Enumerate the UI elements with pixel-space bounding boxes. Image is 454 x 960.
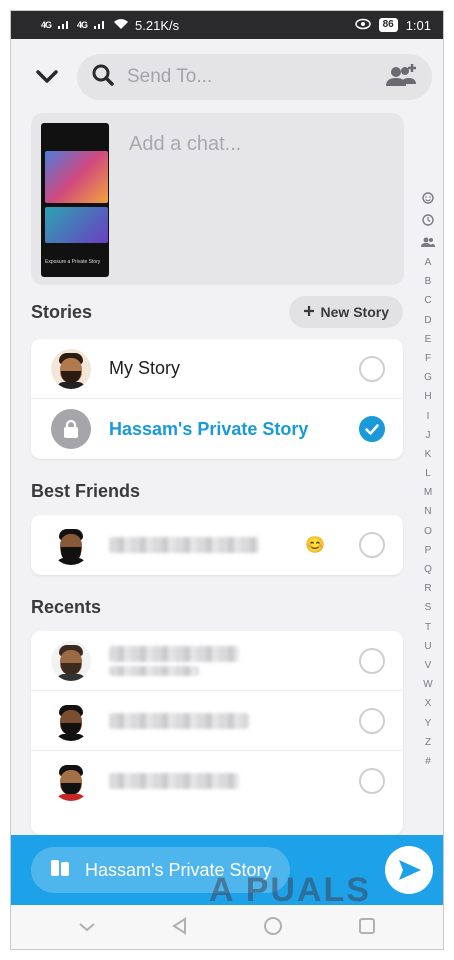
story-icon [49, 857, 71, 884]
chevron-down-icon[interactable] [78, 919, 96, 937]
search-bar[interactable] [77, 54, 432, 100]
alpha-letter[interactable]: X [425, 694, 432, 713]
wifi-icon [113, 18, 129, 33]
recent-row[interactable] [31, 751, 403, 811]
best-friends-header: Best Friends [31, 477, 403, 505]
alpha-letter[interactable]: J [426, 426, 431, 445]
alpha-letter[interactable]: B [425, 272, 432, 291]
battery-indicator: 86 [378, 18, 398, 32]
app-frame: 4G 4G 5.21K/s 86 1:01 Send To... Exposur… [10, 10, 444, 950]
send-button[interactable] [385, 846, 433, 894]
alpha-letter[interactable]: N [424, 502, 431, 521]
recents-icon[interactable] [358, 917, 376, 940]
plus-icon [303, 304, 315, 320]
alpha-letter[interactable]: C [424, 291, 431, 310]
story-row-my-story[interactable]: My Story [31, 339, 403, 399]
home-icon[interactable] [263, 916, 283, 941]
alpha-letter[interactable]: Q [424, 560, 432, 579]
story-row-private-story[interactable]: Hassam's Private Story [31, 399, 403, 459]
stories-title: Stories [31, 301, 93, 322]
recent-row[interactable] [31, 691, 403, 751]
recents-card [31, 631, 403, 835]
alpha-letter[interactable]: H [424, 387, 431, 406]
search-icon [91, 63, 115, 92]
clock: 1:01 [405, 17, 431, 33]
select-radio[interactable] [359, 532, 385, 558]
new-story-button[interactable]: New Story [288, 296, 403, 328]
alpha-letter[interactable]: O [424, 522, 432, 541]
chat-input[interactable] [129, 127, 394, 161]
redacted-name [109, 773, 239, 789]
select-radio[interactable] [359, 768, 385, 794]
network-speed: 5.21K/s [135, 17, 180, 33]
new-story-label: New Story [320, 304, 389, 320]
avatar [51, 348, 91, 389]
select-radio[interactable] [359, 355, 385, 382]
eye-icon [354, 18, 371, 33]
select-radio[interactable] [359, 647, 385, 674]
avatar [51, 640, 91, 681]
alpha-letter[interactable]: V [425, 656, 432, 675]
best-friends-card: 😊 [31, 515, 403, 575]
group-icon[interactable] [421, 231, 435, 253]
alpha-letter[interactable]: P [425, 541, 432, 560]
alpha-letter[interactable]: D [424, 311, 431, 330]
alpha-letter[interactable]: I [427, 407, 430, 426]
network-indicator-2: 4G [77, 20, 88, 30]
top-bar [11, 51, 443, 103]
alpha-letter[interactable]: W [423, 675, 432, 694]
story-label: Hassam's Private Story [109, 418, 309, 439]
redacted-name [109, 712, 249, 729]
redacted-name [109, 537, 259, 553]
alpha-letter[interactable]: K [425, 445, 432, 464]
alpha-letter[interactable]: Y [425, 714, 432, 733]
network-indicator: 4G [41, 20, 52, 30]
alpha-letter[interactable]: E [425, 330, 432, 349]
stories-header: Stories New Story [31, 295, 403, 329]
alpha-letter[interactable]: T [425, 618, 431, 637]
story-label: My Story [109, 358, 181, 378]
recent-row[interactable] [31, 631, 403, 691]
alpha-letter[interactable]: Z [425, 733, 431, 752]
alpha-letter[interactable]: A [425, 253, 432, 272]
chevron-down-icon[interactable] [35, 63, 59, 91]
search-input[interactable] [127, 66, 372, 88]
recents-header: Recents [31, 593, 403, 621]
alpha-letter[interactable]: R [424, 579, 431, 598]
snap-thumbnail[interactable]: Exposure a Private Story [41, 123, 109, 277]
friend-emoji: 😊 [305, 537, 325, 554]
system-nav-bar [11, 905, 443, 949]
snap-preview-card: Exposure a Private Story [31, 113, 404, 285]
alpha-letter[interactable]: G [424, 368, 432, 387]
clock-icon[interactable] [422, 209, 434, 231]
recents-title: Recents [31, 596, 102, 617]
avatar [51, 525, 91, 565]
send-arrow-icon [399, 860, 421, 880]
alpha-letter[interactable]: M [424, 483, 432, 502]
add-friends-icon[interactable] [384, 62, 418, 93]
signal-icon-2 [93, 18, 107, 33]
lock-icon [51, 409, 91, 449]
smiley-icon[interactable] [422, 187, 434, 209]
alpha-letter[interactable]: L [425, 464, 431, 483]
avatar [51, 700, 91, 741]
alphabet-index[interactable]: A B C D E F G H I J K L M N O P Q R S T … [421, 187, 435, 771]
friend-row[interactable]: 😊 [31, 515, 403, 575]
stories-card: My Story Hassam's Private Story [31, 339, 403, 459]
redacted-subtitle [109, 665, 199, 676]
signal-icon [57, 18, 71, 33]
select-radio-checked[interactable] [359, 416, 385, 442]
best-friends-title: Best Friends [31, 480, 141, 501]
back-icon[interactable] [171, 916, 189, 940]
alpha-letter[interactable]: F [425, 349, 431, 368]
select-radio[interactable] [359, 707, 385, 734]
alpha-letter[interactable]: # [425, 752, 431, 771]
check-icon [365, 423, 379, 435]
alpha-letter[interactable]: S [425, 598, 432, 617]
avatar [51, 761, 91, 801]
status-bar: 4G 4G 5.21K/s 86 1:01 [11, 11, 443, 39]
thumbnail-caption: Exposure a Private Story [45, 259, 101, 265]
redacted-name [109, 645, 239, 662]
alpha-letter[interactable]: U [424, 637, 431, 656]
